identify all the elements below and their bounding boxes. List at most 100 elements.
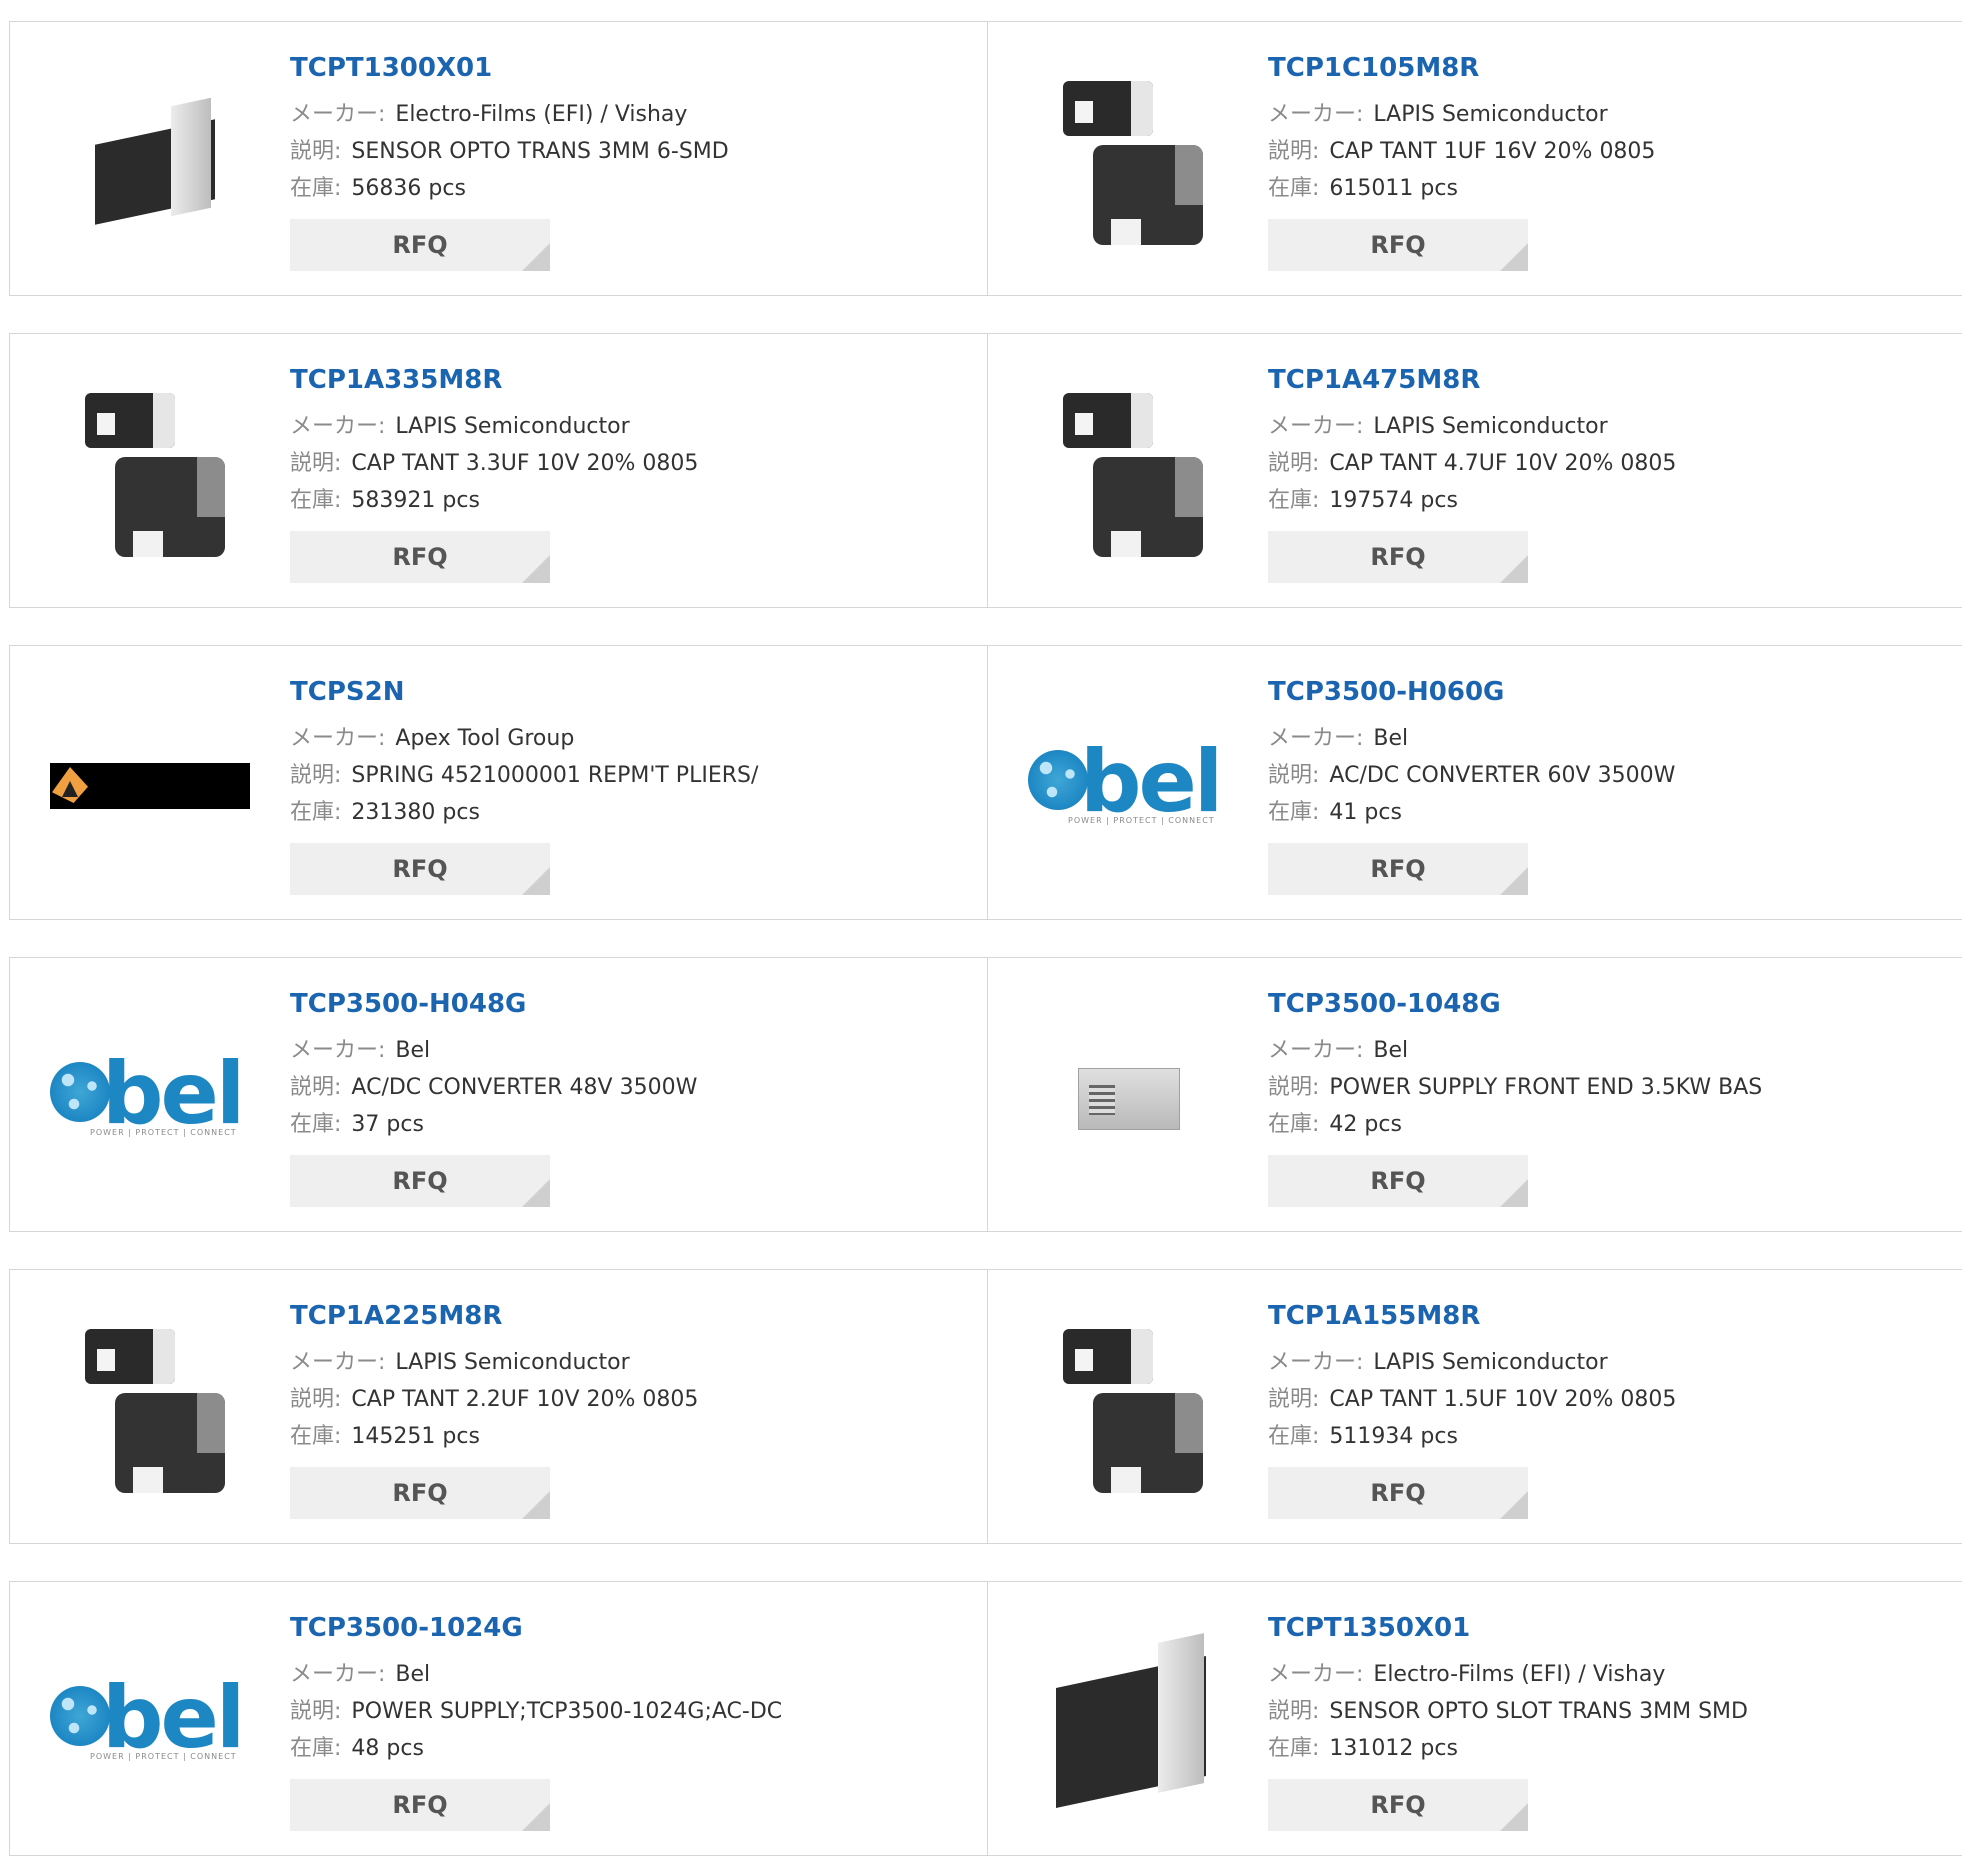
description-value: SENSOR OPTO TRANS 3MM 6-SMD bbox=[351, 139, 729, 164]
stock-row: 在庫: 48 pcs bbox=[290, 1730, 782, 1767]
manufacturer-row: メーカー: Electro-Films (EFI) / Vishay bbox=[1268, 1656, 1748, 1693]
rfq-button[interactable]: RFQ bbox=[1268, 1779, 1528, 1831]
part-number-link[interactable]: TCP1A155M8R bbox=[1268, 1298, 1676, 1334]
stock-label: 在庫: bbox=[290, 800, 342, 825]
bel-logo-image[interactable]: bel POWER | PROTECT | CONNECT bbox=[50, 998, 250, 1198]
rfq-button[interactable]: RFQ bbox=[1268, 219, 1528, 271]
description-value: AC/DC CONVERTER 60V 3500W bbox=[1329, 763, 1676, 788]
stock-label: 在庫: bbox=[1268, 176, 1320, 201]
tantalum-capacitor-image[interactable] bbox=[1028, 62, 1228, 262]
tantalum-capacitor-image[interactable] bbox=[50, 1310, 250, 1510]
tantalum-capacitor-image[interactable] bbox=[1028, 374, 1228, 574]
description-label: 説明: bbox=[290, 1387, 342, 1412]
manufacturer-row: メーカー: LAPIS Semiconductor bbox=[290, 1344, 698, 1381]
description-value: CAP TANT 4.7UF 10V 20% 0805 bbox=[1329, 451, 1677, 476]
product-card: TCPT1300X01 メーカー: Electro-Films (EFI) / V… bbox=[9, 21, 989, 296]
manufacturer-label: メーカー: bbox=[290, 102, 386, 127]
part-number-link[interactable]: TCP1A335M8R bbox=[290, 362, 698, 398]
description-value: AC/DC CONVERTER 48V 3500W bbox=[351, 1075, 698, 1100]
rfq-button[interactable]: RFQ bbox=[1268, 843, 1528, 895]
part-number-link[interactable]: TCPS2N bbox=[290, 674, 758, 710]
stock-row: 在庫: 41 pcs bbox=[1268, 794, 1675, 831]
rfq-button[interactable]: RFQ bbox=[290, 1155, 550, 1207]
product-card: TCP1A475M8R メーカー: LAPIS Semiconductor 説明:… bbox=[987, 333, 1962, 608]
stock-label: 在庫: bbox=[290, 1424, 342, 1449]
description-label: 説明: bbox=[290, 763, 342, 788]
manufacturer-value: LAPIS Semiconductor bbox=[1373, 414, 1608, 439]
description-label: 説明: bbox=[290, 1075, 342, 1100]
product-card: bel POWER | PROTECT | CONNECT TCP3500-H04… bbox=[9, 957, 989, 1232]
description-row: 説明: CAP TANT 3.3UF 10V 20% 0805 bbox=[290, 445, 698, 482]
opto-sensor-image[interactable] bbox=[50, 62, 250, 262]
part-number-link[interactable]: TCPT1350X01 bbox=[1268, 1610, 1748, 1646]
tantalum-capacitor-image[interactable] bbox=[50, 374, 250, 574]
bel-logo-image[interactable]: bel POWER | PROTECT | CONNECT bbox=[50, 1622, 250, 1822]
description-row: 説明: SPRING 4521000001 REPM'T PLIERS/ bbox=[290, 757, 758, 794]
manufacturer-value: LAPIS Semiconductor bbox=[395, 1350, 630, 1375]
manufacturer-value: Bel bbox=[395, 1662, 431, 1687]
part-number-link[interactable]: TCP3500-1024G bbox=[290, 1610, 782, 1646]
manufacturer-label: メーカー: bbox=[1268, 726, 1364, 751]
manufacturer-label: メーカー: bbox=[1268, 1038, 1364, 1063]
part-number-link[interactable]: TCP3500-1048G bbox=[1268, 986, 1762, 1022]
stock-value: 615011 pcs bbox=[1329, 176, 1458, 201]
stock-row: 在庫: 145251 pcs bbox=[290, 1418, 698, 1455]
description-label: 説明: bbox=[1268, 1075, 1320, 1100]
stock-row: 在庫: 197574 pcs bbox=[1268, 482, 1676, 519]
power-supply-image[interactable] bbox=[1028, 998, 1228, 1198]
apex-logo-image[interactable] bbox=[50, 686, 250, 886]
description-row: 説明: CAP TANT 4.7UF 10V 20% 0805 bbox=[1268, 445, 1676, 482]
stock-label: 在庫: bbox=[1268, 488, 1320, 513]
product-card: TCP1A225M8R メーカー: LAPIS Semiconductor 説明:… bbox=[9, 1269, 989, 1544]
manufacturer-label: メーカー: bbox=[1268, 1350, 1364, 1375]
description-label: 説明: bbox=[1268, 451, 1320, 476]
stock-label: 在庫: bbox=[290, 488, 342, 513]
part-number-link[interactable]: TCP3500-H060G bbox=[1268, 674, 1675, 710]
rfq-button[interactable]: RFQ bbox=[290, 1467, 550, 1519]
rfq-button[interactable]: RFQ bbox=[1268, 1155, 1528, 1207]
stock-value: 41 pcs bbox=[1329, 800, 1402, 825]
rfq-button[interactable]: RFQ bbox=[290, 219, 550, 271]
rfq-button[interactable]: RFQ bbox=[290, 843, 550, 895]
part-number-link[interactable]: TCP1A475M8R bbox=[1268, 362, 1676, 398]
manufacturer-label: メーカー: bbox=[290, 1038, 386, 1063]
stock-row: 在庫: 615011 pcs bbox=[1268, 170, 1655, 207]
part-number-link[interactable]: TCP1C105M8R bbox=[1268, 50, 1655, 86]
product-card: TCP1C105M8R メーカー: LAPIS Semiconductor 説明:… bbox=[987, 21, 1962, 296]
rfq-button[interactable]: RFQ bbox=[290, 531, 550, 583]
manufacturer-row: メーカー: LAPIS Semiconductor bbox=[290, 408, 698, 445]
manufacturer-row: メーカー: Electro-Films (EFI) / Vishay bbox=[290, 96, 729, 133]
manufacturer-row: メーカー: Bel bbox=[1268, 1032, 1762, 1069]
tantalum-capacitor-image[interactable] bbox=[1028, 1310, 1228, 1510]
manufacturer-label: メーカー: bbox=[290, 726, 386, 751]
description-value: CAP TANT 1UF 16V 20% 0805 bbox=[1329, 139, 1656, 164]
description-value: SENSOR OPTO SLOT TRANS 3MM SMD bbox=[1329, 1699, 1748, 1724]
part-number-link[interactable]: TCP1A225M8R bbox=[290, 1298, 698, 1334]
stock-value: 583921 pcs bbox=[351, 488, 480, 513]
description-label: 説明: bbox=[1268, 1699, 1320, 1724]
product-card: TCP1A155M8R メーカー: LAPIS Semiconductor 説明:… bbox=[987, 1269, 1962, 1544]
description-value: SPRING 4521000001 REPM'T PLIERS/ bbox=[351, 763, 759, 788]
description-row: 説明: POWER SUPPLY FRONT END 3.5KW BAS bbox=[1268, 1069, 1762, 1106]
stock-value: 48 pcs bbox=[351, 1736, 424, 1761]
description-row: 説明: CAP TANT 2.2UF 10V 20% 0805 bbox=[290, 1381, 698, 1418]
rfq-button[interactable]: RFQ bbox=[1268, 1467, 1528, 1519]
product-card: TCPT1350X01 メーカー: Electro-Films (EFI) / V… bbox=[987, 1581, 1962, 1856]
description-label: 説明: bbox=[1268, 763, 1320, 788]
manufacturer-value: Bel bbox=[1373, 1038, 1409, 1063]
rfq-button[interactable]: RFQ bbox=[1268, 531, 1528, 583]
description-row: 説明: CAP TANT 1UF 16V 20% 0805 bbox=[1268, 133, 1655, 170]
description-row: 説明: SENSOR OPTO SLOT TRANS 3MM SMD bbox=[1268, 1693, 1748, 1730]
part-number-link[interactable]: TCP3500-H048G bbox=[290, 986, 697, 1022]
part-number-link[interactable]: TCPT1300X01 bbox=[290, 50, 729, 86]
stock-label: 在庫: bbox=[1268, 1736, 1320, 1761]
stock-value: 42 pcs bbox=[1329, 1112, 1402, 1137]
bel-logo-image[interactable]: bel POWER | PROTECT | CONNECT bbox=[1028, 686, 1228, 886]
description-value: CAP TANT 1.5UF 10V 20% 0805 bbox=[1329, 1387, 1677, 1412]
rfq-button[interactable]: RFQ bbox=[290, 1779, 550, 1831]
opto-sensor-image[interactable] bbox=[1028, 1622, 1228, 1822]
manufacturer-row: メーカー: LAPIS Semiconductor bbox=[1268, 1344, 1676, 1381]
manufacturer-value: Apex Tool Group bbox=[395, 726, 575, 751]
manufacturer-row: メーカー: Bel bbox=[290, 1032, 697, 1069]
manufacturer-label: メーカー: bbox=[1268, 1662, 1364, 1687]
